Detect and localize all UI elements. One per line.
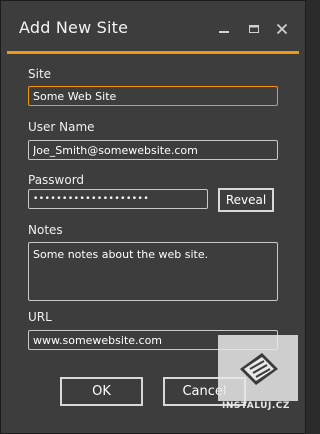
notes-textarea[interactable]: Some notes about the web site. <box>28 242 278 301</box>
watermark-logo-icon <box>218 335 298 425</box>
window-title: Add New Site <box>19 18 129 37</box>
username-label: User Name <box>28 120 95 134</box>
watermark-text: INSTALUJ.CZ <box>222 401 290 411</box>
title-accent-bar <box>7 51 299 54</box>
title-bar[interactable]: Add New Site <box>1 1 305 53</box>
username-input[interactable] <box>28 140 278 160</box>
site-label: Site <box>28 67 52 81</box>
url-label: URL <box>28 310 52 324</box>
site-input[interactable] <box>28 86 278 106</box>
reveal-button[interactable]: Reveal <box>218 188 274 212</box>
minimize-icon[interactable] <box>216 21 232 37</box>
password-input[interactable] <box>28 189 208 209</box>
add-new-site-dialog: Add New Site Site User Name Password Rev… <box>0 0 306 434</box>
notes-label: Notes <box>28 223 63 237</box>
close-icon[interactable] <box>274 21 290 37</box>
password-label: Password <box>28 173 85 187</box>
ok-button[interactable]: OK <box>60 377 143 406</box>
restore-icon[interactable] <box>246 21 262 37</box>
